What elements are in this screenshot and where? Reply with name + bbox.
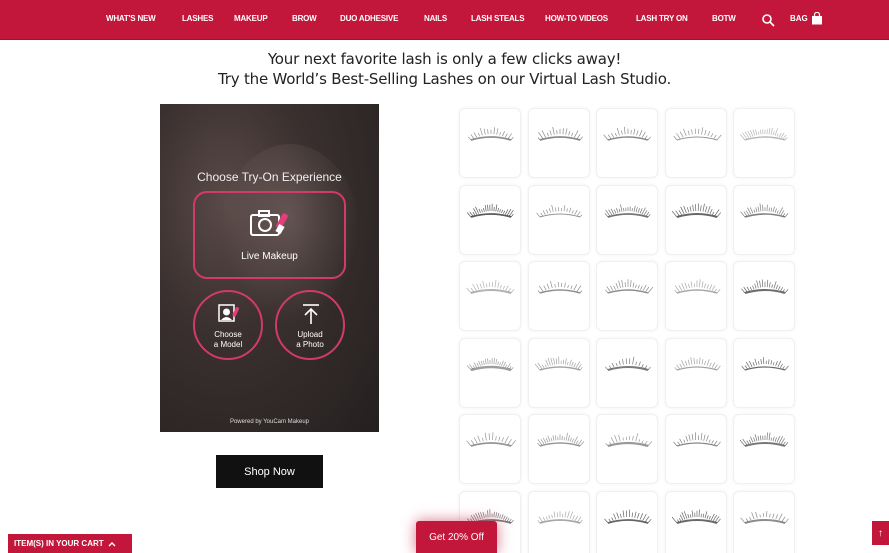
page-root: WHAT'S NEW LASHES MAKEUP BROW DUO ADHESI…	[0, 0, 889, 553]
lash-image-icon	[535, 204, 582, 218]
live-makeup-button[interactable]: Live Makeup	[193, 191, 346, 279]
lash-product-grid	[459, 108, 797, 553]
bag-label: BAG	[790, 14, 808, 23]
lash-image-icon	[672, 432, 721, 447]
lash-image-icon	[672, 127, 722, 141]
nav-item-lashes[interactable]: LASHES	[182, 14, 213, 23]
nav-item-how-to-videos[interactable]: HOW-TO VIDEOS	[545, 14, 608, 23]
lash-image-icon	[740, 202, 789, 218]
lash-product-tile[interactable]	[459, 337, 521, 408]
lash-product-tile[interactable]	[527, 490, 590, 553]
search-icon[interactable]	[761, 13, 775, 27]
lash-image-icon	[605, 356, 651, 371]
lash-product-tile[interactable]	[459, 414, 521, 484]
lash-product-tile[interactable]	[733, 490, 795, 553]
lash-product-tile[interactable]	[733, 414, 795, 484]
cart-bar[interactable]: ITEM(S) IN YOUR CART	[8, 534, 132, 553]
lash-image-icon	[741, 356, 789, 371]
lash-product-tile[interactable]	[664, 184, 727, 255]
lash-image-icon	[536, 510, 583, 524]
nav-item-nails[interactable]: NAILS	[424, 14, 447, 23]
lash-product-tile[interactable]	[596, 490, 658, 553]
upload-photo-label: Upload a Photo	[277, 330, 343, 350]
choose-model-button[interactable]: Choose a Model	[193, 290, 263, 360]
lash-image-icon	[605, 279, 653, 294]
powered-by-label: Powered by YouCam Makeup	[229, 419, 310, 425]
upload-photo-label-line-1: Upload	[297, 330, 323, 339]
lash-image-icon	[741, 279, 789, 295]
nav-item-duo-adhesive[interactable]: DUO ADHESIVE	[340, 14, 398, 23]
lash-image-icon	[603, 126, 651, 141]
lash-product-tile[interactable]	[527, 337, 590, 408]
lash-product-tile[interactable]	[527, 261, 590, 331]
lash-image-icon	[673, 279, 720, 294]
lash-image-icon	[466, 203, 514, 218]
lash-product-tile[interactable]	[733, 108, 795, 178]
lash-product-tile[interactable]	[527, 414, 590, 484]
lash-image-icon	[466, 357, 514, 371]
headline-line-2: Try the World’s Best-Selling Lashes on o…	[217, 70, 672, 88]
lash-image-icon	[605, 433, 653, 448]
lash-product-tile[interactable]	[664, 261, 727, 331]
lash-product-tile[interactable]	[596, 108, 658, 178]
upload-photo-label-line-2: a Photo	[296, 340, 324, 349]
nav-item-brow[interactable]: BROW	[292, 14, 317, 23]
top-nav: WHAT'S NEW LASHES MAKEUP BROW DUO ADHESI…	[0, 0, 889, 40]
lash-product-tile[interactable]	[527, 184, 590, 255]
model-portrait-icon	[218, 304, 240, 322]
nav-item-makeup[interactable]: MAKEUP	[234, 14, 268, 23]
lash-image-icon	[671, 508, 721, 524]
lash-image-icon	[466, 279, 515, 294]
lash-image-icon	[466, 432, 516, 447]
promo-get-20-off-button[interactable]: Get 20% Off	[416, 521, 497, 553]
lash-product-tile[interactable]	[596, 261, 658, 331]
lash-image-icon	[604, 203, 651, 218]
lash-product-tile[interactable]	[596, 414, 658, 484]
virtual-try-on-panel: Choose Try-On Experience Live Makeup Cho…	[160, 104, 379, 432]
try-on-title: Choose Try-On Experience	[197, 170, 342, 184]
choose-model-label-line-1: Choose	[214, 330, 242, 339]
nav-item-whats-new[interactable]: WHAT'S NEW	[106, 14, 156, 23]
choose-model-label: Choose a Model	[195, 330, 261, 350]
chevron-up-icon	[108, 541, 116, 546]
lash-image-icon	[673, 356, 721, 371]
nav-item-lash-try-on[interactable]: LASH TRY ON	[636, 14, 688, 23]
scroll-top-button[interactable]: ↑	[872, 521, 889, 545]
bag-button[interactable]: BAG	[790, 12, 823, 25]
nav-item-lash-steals[interactable]: LASH STEALS	[471, 14, 525, 23]
lash-product-tile[interactable]	[459, 108, 521, 178]
lash-product-tile[interactable]	[664, 414, 727, 484]
lash-product-tile[interactable]	[733, 261, 795, 331]
lash-product-tile[interactable]	[459, 261, 521, 331]
upload-arrow-icon	[303, 304, 319, 324]
lash-image-icon	[604, 509, 652, 524]
lash-image-icon	[740, 127, 788, 141]
live-makeup-label: Live Makeup	[241, 251, 298, 262]
lash-image-icon	[534, 355, 583, 371]
lash-product-tile[interactable]	[733, 184, 795, 255]
lash-product-tile[interactable]	[664, 337, 727, 408]
choose-model-label-line-2: a Model	[213, 340, 243, 349]
lash-product-tile[interactable]	[596, 184, 658, 255]
lash-image-icon	[537, 126, 583, 141]
lash-image-icon	[740, 432, 789, 447]
lash-product-tile[interactable]	[596, 337, 658, 408]
cart-label: ITEM(S) IN YOUR CART	[14, 539, 104, 548]
lash-product-tile[interactable]	[664, 108, 727, 178]
lash-image-icon	[671, 202, 721, 218]
lash-product-tile[interactable]	[733, 337, 795, 408]
lash-image-icon	[536, 432, 584, 447]
shopping-bag-icon	[811, 12, 822, 25]
shop-now-button[interactable]: Shop Now	[216, 455, 323, 488]
nav-item-botw[interactable]: BOTW	[712, 14, 736, 23]
lash-image-icon	[740, 510, 789, 524]
lash-product-tile[interactable]	[664, 490, 727, 553]
camera-lipstick-icon	[250, 210, 288, 236]
upload-photo-button[interactable]: Upload a Photo	[275, 290, 345, 360]
lash-product-tile[interactable]	[527, 108, 590, 178]
headline-line-1: Your next favorite lash is only a few cl…	[267, 50, 622, 68]
lash-image-icon	[468, 127, 514, 141]
lash-image-icon	[537, 280, 582, 294]
lash-product-tile[interactable]	[459, 184, 521, 255]
